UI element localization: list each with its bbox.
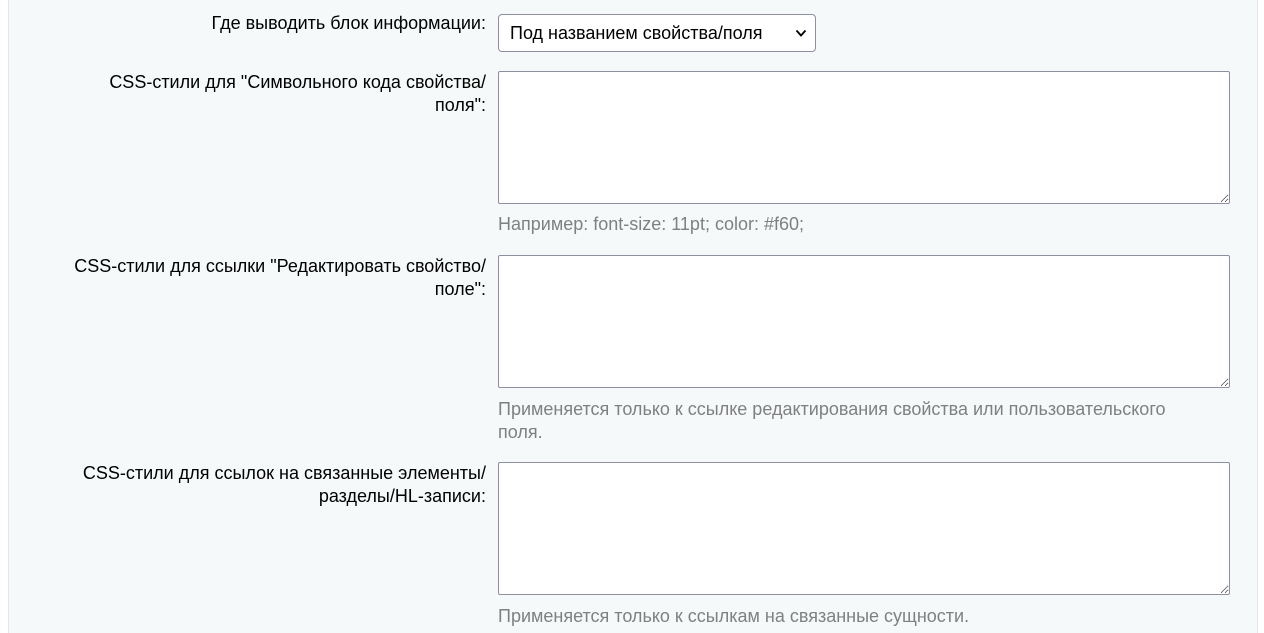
info-block-label: Где выводить блок информации: (212, 12, 486, 35)
chevron-down-icon (795, 29, 807, 37)
edit-link-css-label: CSS-стили для ссылки "Редактировать свой… (74, 255, 486, 301)
edit-link-css-hint: Применяется только к ссылке редактирован… (498, 398, 1238, 444)
edit-link-css-hint-line1: Применяется только к ссылке редактирован… (498, 399, 1166, 419)
code-css-label-line2: поля": (434, 95, 486, 115)
edit-link-css-hint-line2: поля. (498, 422, 543, 442)
related-css-label-line2: разделы/HL-записи: (318, 486, 486, 506)
code-css-textarea[interactable] (498, 71, 1230, 204)
related-css-hint-text: Применяется только к ссылкам на связанны… (498, 606, 970, 626)
info-block-select[interactable]: Под названием свойства/поля (498, 14, 816, 52)
code-css-label-line1: CSS-стили для "Символьного кода свойства… (109, 72, 486, 92)
code-css-hint: Например: font-size: 11pt; color: #f60; (498, 213, 1238, 236)
related-css-hint: Применяется только к ссылкам на связанны… (498, 605, 1238, 628)
edit-link-css-textarea[interactable] (498, 255, 1230, 388)
code-css-hint-text: Например: font-size: 11pt; color: #f60; (498, 214, 804, 234)
related-css-label-line1: CSS-стили для ссылок на связанные элемен… (82, 463, 486, 483)
related-css-label: CSS-стили для ссылок на связанные элемен… (83, 462, 486, 508)
info-block-selected-value: Под названием свойства/поля (510, 23, 763, 43)
edit-link-css-label-line2: поле": (434, 279, 486, 299)
info-block-label-text: Где выводить блок информации: (211, 13, 486, 33)
code-css-label: CSS-стили для "Символьного кода свойства… (109, 71, 486, 117)
related-css-textarea[interactable] (498, 462, 1230, 595)
edit-link-css-label-line1: CSS-стили для ссылки "Редактировать свой… (74, 256, 486, 276)
